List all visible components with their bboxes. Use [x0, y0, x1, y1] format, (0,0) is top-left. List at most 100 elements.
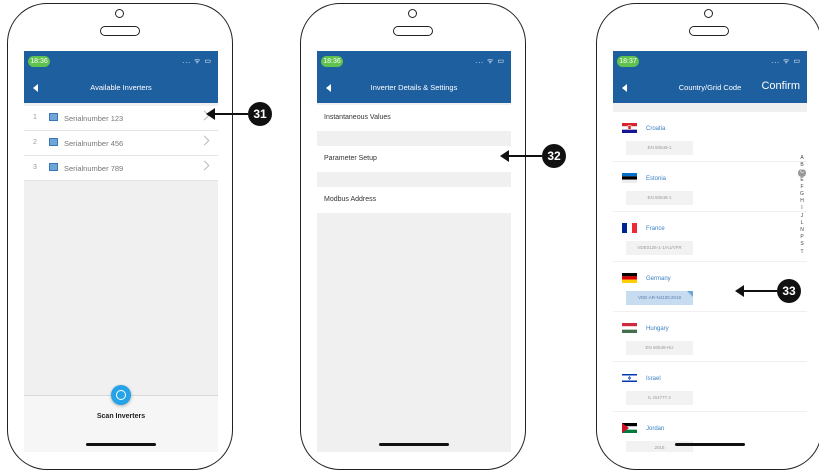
grid-code-box[interactable]: EN 50549-1	[626, 191, 693, 205]
grid-code-box[interactable]: EN 50549-HU	[626, 341, 693, 355]
index-letter[interactable]: A	[798, 155, 806, 162]
speaker-icon	[100, 26, 140, 36]
jordan-flag-icon	[622, 423, 637, 433]
row-number: 1	[33, 114, 37, 121]
grid-code-box-selected[interactable]: VDE-AR-N4105:2018	[626, 291, 693, 305]
callout-badge-32: 32	[542, 144, 566, 168]
country-item-croatia[interactable]: Croatia EN 50549-1	[613, 112, 807, 161]
country-name: Jordan	[646, 426, 665, 432]
alphabet-index[interactable]: A B C E F G H I J L N P S T	[798, 155, 806, 256]
inverter-icon	[49, 113, 58, 121]
inverter-icon	[49, 138, 58, 146]
index-letter[interactable]: S	[798, 241, 806, 248]
nav-bar: Country/Grid Code Confirm	[613, 73, 807, 103]
grid-code-box[interactable]: EN 50549-1	[626, 141, 693, 155]
home-indicator	[86, 443, 156, 446]
chevron-right-icon	[199, 135, 210, 146]
country-name: Estonia	[646, 176, 667, 182]
croatia-flag-icon	[622, 123, 637, 133]
inverter-serial: Serialnumber 123	[64, 114, 124, 123]
index-letter[interactable]: F	[798, 184, 806, 191]
screen: 18:36 ... ᯤ ▭ Available Inverters 1 Seri…	[24, 51, 218, 452]
confirm-button[interactable]: Confirm	[761, 80, 800, 92]
status-time: 18:36	[28, 56, 50, 67]
country-item-jordan[interactable]: Jordan 2016	[613, 412, 807, 452]
index-letter[interactable]: T	[798, 249, 806, 256]
callout-badge-31: 31	[248, 102, 272, 126]
inverter-serial: Serialnumber 456	[64, 139, 124, 148]
menu-instantaneous-values[interactable]: Instantaneous Values	[317, 105, 511, 131]
estonia-flag-icon	[622, 173, 637, 183]
index-letter[interactable]: N	[798, 227, 806, 234]
inverter-row[interactable]: 1 Serialnumber 123	[24, 106, 218, 131]
inverter-serial: Serialnumber 789	[64, 164, 124, 173]
germany-flag-icon	[622, 273, 637, 283]
country-name: Hungary	[646, 326, 669, 332]
hungary-flag-icon	[622, 323, 637, 333]
phone-inverter-details: 18:36 ... ᯤ ▭ Inverter Details & Setting…	[300, 3, 526, 470]
country-item-estonia[interactable]: Estonia EN 50549-1	[613, 162, 807, 211]
chevron-right-icon	[199, 160, 210, 171]
index-letter[interactable]: B	[798, 162, 806, 169]
signal-wifi-battery-icon: ... ᯤ ▭	[771, 58, 801, 65]
callout-badge-33: 33	[777, 279, 801, 303]
status-bar: 18:36 ... ᯤ ▭	[24, 51, 218, 73]
index-letter[interactable]: I	[798, 205, 806, 212]
speaker-icon	[689, 26, 729, 36]
nav-bar: Available Inverters	[24, 73, 218, 103]
row-number: 3	[33, 164, 37, 171]
callout-arrow-32	[500, 150, 542, 162]
scan-inverters-button[interactable]: Scan Inverters	[24, 413, 218, 420]
home-indicator	[379, 443, 449, 446]
index-letter-active[interactable]: C	[798, 169, 806, 177]
row-number: 2	[33, 139, 37, 146]
signal-wifi-battery-icon: ... ᯤ ▭	[182, 58, 212, 65]
screen: 18:37 ... ᯤ ▭ Country/Grid Code Confirm …	[613, 51, 807, 452]
index-letter[interactable]: G	[798, 191, 806, 198]
country-name: Croatia	[646, 126, 666, 132]
israel-flag-icon	[622, 373, 637, 383]
index-letter[interactable]: J	[798, 213, 806, 220]
inverter-icon	[49, 163, 58, 171]
speaker-icon	[393, 26, 433, 36]
country-item-hungary[interactable]: Hungary EN 50549-HU	[613, 312, 807, 361]
status-time: 18:37	[617, 56, 639, 67]
country-name: Israel	[646, 376, 661, 382]
signal-wifi-battery-icon: ... ᯤ ▭	[475, 58, 505, 65]
status-bar: 18:36 ... ᯤ ▭	[317, 51, 511, 73]
status-time: 18:36	[321, 56, 343, 67]
menu-modbus-address[interactable]: Modbus Address	[317, 187, 511, 213]
nav-bar: Inverter Details & Settings	[317, 73, 511, 103]
bottom-bar: Scan Inverters	[24, 385, 218, 452]
index-letter[interactable]: H	[798, 198, 806, 205]
callout-arrow-31	[206, 108, 248, 120]
index-letter[interactable]: P	[798, 234, 806, 241]
status-bar: 18:37 ... ᯤ ▭	[613, 51, 807, 73]
home-indicator	[675, 443, 745, 446]
country-item-israel[interactable]: Israel IL IS4777.2	[613, 362, 807, 411]
callout-arrow-33	[735, 285, 777, 297]
page-title: Available Inverters	[90, 83, 152, 92]
scan-icon[interactable]	[111, 385, 131, 405]
camera-icon	[704, 9, 713, 18]
france-flag-icon	[622, 223, 637, 233]
index-letter[interactable]: E	[798, 177, 806, 184]
country-item-france[interactable]: France VDE0126-1-1/A1/VFR	[613, 212, 807, 261]
grid-code-box[interactable]: IL IS4777.2	[626, 391, 693, 405]
screen: 18:36 ... ᯤ ▭ Inverter Details & Setting…	[317, 51, 511, 452]
camera-icon	[115, 9, 124, 18]
country-name: France	[646, 226, 665, 232]
country-name: Germany	[646, 276, 671, 282]
inverter-row[interactable]: 2 Serialnumber 456	[24, 131, 218, 156]
menu-label: Parameter Setup	[324, 155, 377, 162]
camera-icon	[408, 9, 417, 18]
page-title: Inverter Details & Settings	[370, 83, 458, 92]
menu-parameter-setup[interactable]: Parameter Setup	[317, 146, 511, 172]
inverter-row[interactable]: 3 Serialnumber 789	[24, 156, 218, 181]
phone-country-grid-code: 18:37 ... ᯤ ▭ Country/Grid Code Confirm …	[596, 3, 819, 470]
menu-label: Modbus Address	[324, 196, 377, 203]
country-list[interactable]: Croatia EN 50549-1 Estonia EN 50549-1 Fr…	[613, 103, 807, 452]
index-letter[interactable]: L	[798, 220, 806, 227]
menu-label: Instantaneous Values	[324, 114, 391, 121]
grid-code-box[interactable]: VDE0126-1-1/A1/VFR	[626, 241, 693, 255]
